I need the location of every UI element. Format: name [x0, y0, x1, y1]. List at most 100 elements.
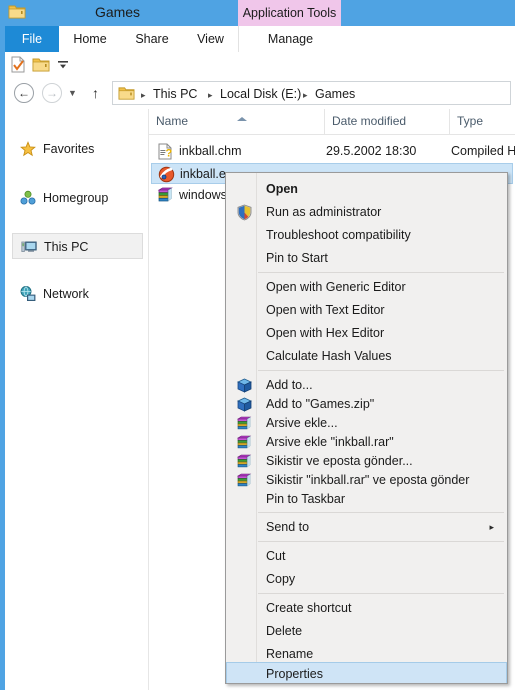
menu-item-label: Open with Hex Editor: [266, 326, 385, 340]
menu-item-label: Send to: [266, 520, 310, 534]
file-date-modified: 29.5.2002 18:30: [326, 144, 417, 158]
menu-item-send-to[interactable]: Send to ▸: [227, 516, 506, 539]
menu-item-copy[interactable]: Copy: [227, 568, 506, 591]
back-arrow-icon[interactable]: ←: [14, 83, 34, 103]
file-name: windows: [179, 188, 227, 202]
file-name: inkball.e: [180, 167, 226, 181]
window-left-accent-4: [0, 109, 5, 690]
tab-share[interactable]: Share: [121, 26, 183, 52]
sidebar-item-label: Homegroup: [43, 191, 109, 205]
window-title: Games: [94, 4, 141, 20]
sidebar-item-favorites[interactable]: Favorites: [12, 136, 143, 162]
menu-item-properties[interactable]: Properties: [226, 662, 507, 683]
menu-item-open[interactable]: Open: [227, 178, 506, 201]
contextual-tab-application-tools[interactable]: Application Tools: [238, 0, 341, 26]
menu-separator: [258, 541, 504, 542]
menu-item-label: Cut: [266, 549, 286, 563]
menu-item-cut[interactable]: Cut: [227, 545, 506, 568]
column-header-name[interactable]: Name: [149, 109, 324, 134]
recent-locations-chevron-icon[interactable]: ▼: [68, 88, 77, 98]
inkball-exe-icon: [158, 166, 175, 183]
menu-separator: [258, 512, 504, 513]
breadcrumb-separator-1: ▸: [208, 90, 213, 100]
winrar-archive-icon: [157, 187, 173, 202]
address-bar: ← → ▼ ↑ ▸ This PC ▸ Local Disk (E:) ▸ Ga…: [0, 77, 515, 110]
menu-separator: [258, 593, 504, 594]
window-left-accent-2: [0, 52, 5, 77]
sort-ascending-icon: [237, 117, 247, 121]
menu-item-label: Properties: [266, 667, 323, 681]
menu-item-label: Open with Text Editor: [266, 303, 385, 317]
menu-item-pin-to-taskbar[interactable]: Pin to Taskbar: [227, 488, 506, 511]
breadcrumb-games[interactable]: Games: [315, 86, 355, 102]
winrar-icon: [236, 473, 252, 487]
tab-manage[interactable]: Manage: [238, 26, 343, 52]
menu-item-pin-to-start[interactable]: Pin to Start: [227, 247, 506, 270]
column-header-type[interactable]: Type: [449, 109, 515, 134]
address-breadcrumb-bar[interactable]: ▸ This PC ▸ Local Disk (E:) ▸ Games: [112, 81, 511, 105]
context-menu: Open Run as administrator Troubleshoot c…: [225, 172, 508, 684]
sidebar-item-homegroup[interactable]: Homegroup: [12, 185, 143, 211]
sidebar-item-network[interactable]: Network: [12, 281, 143, 307]
tab-file[interactable]: File: [5, 26, 59, 52]
menu-item-open-with-text-editor[interactable]: Open with Text Editor: [227, 299, 506, 322]
menu-separator: [258, 272, 504, 273]
homegroup-icon: [20, 190, 36, 205]
winrar-icon: [236, 435, 252, 449]
menu-item-label: Open with Generic Editor: [266, 280, 406, 294]
navigation-pane: Favorites Homegroup This PC Network: [0, 109, 148, 690]
menu-item-troubleshoot-compatibility[interactable]: Troubleshoot compatibility: [227, 224, 506, 247]
breadcrumb-separator-2: ▸: [303, 90, 308, 100]
menu-item-create-shortcut[interactable]: Create shortcut: [227, 597, 506, 620]
menu-item-label: Troubleshoot compatibility: [266, 228, 411, 242]
new-folder-icon[interactable]: [32, 57, 50, 73]
column-header-date-modified[interactable]: Date modified: [324, 109, 449, 134]
window-left-accent-3: [0, 77, 5, 109]
menu-item-label: Pin to Taskbar: [266, 492, 345, 506]
menu-item-calculate-hash-values[interactable]: Calculate Hash Values: [227, 345, 506, 368]
sidebar-item-label: Favorites: [43, 142, 95, 156]
sidebar-item-label: Network: [43, 287, 89, 301]
breadcrumb-local-disk[interactable]: Local Disk (E:): [220, 86, 301, 102]
properties-icon[interactable]: [10, 56, 26, 73]
tab-view[interactable]: View: [183, 26, 238, 52]
menu-separator: [258, 370, 504, 371]
menu-item-label: Pin to Start: [266, 251, 328, 265]
network-icon: [20, 286, 36, 301]
breadcrumb-this-pc[interactable]: This PC: [153, 86, 197, 102]
customize-dropdown-icon[interactable]: [56, 60, 70, 70]
svg-text:?: ?: [166, 148, 173, 160]
menu-item-open-with-hex-editor[interactable]: Open with Hex Editor: [227, 322, 506, 345]
menu-item-label: Run as administrator: [266, 205, 382, 219]
ribbon-tab-strip-filler: [341, 26, 515, 52]
table-row[interactable]: ? inkball.chm 29.5.2002 18:30 Compiled H…: [151, 141, 515, 162]
tab-home[interactable]: Home: [59, 26, 121, 52]
sidebar-item-label: This PC: [44, 240, 89, 254]
folder-icon: [118, 87, 135, 100]
breadcrumb-separator-0: ▸: [141, 90, 146, 100]
chm-help-icon: ?: [158, 143, 173, 160]
computer-icon: [21, 241, 37, 252]
menu-item-open-with-generic-editor[interactable]: Open with Generic Editor: [227, 276, 506, 299]
menu-item-label: Calculate Hash Values: [266, 349, 392, 363]
menu-item-label: Open: [266, 182, 298, 196]
shield-icon: [237, 204, 252, 221]
winrar-icon: [236, 416, 252, 430]
winrar-icon: [236, 454, 252, 468]
menu-item-delete[interactable]: Delete: [227, 620, 506, 643]
ribbon-tab-strip: File Home Share View Manage: [0, 26, 515, 53]
7zip-icon: [237, 378, 252, 393]
menu-item-run-as-administrator[interactable]: Run as administrator: [227, 201, 506, 224]
sidebar-item-this-pc[interactable]: This PC: [12, 233, 143, 259]
menu-item-label: Copy: [266, 572, 296, 586]
column-header-row: Name Date modified Type: [149, 109, 515, 135]
7zip-icon: [237, 397, 252, 412]
chevron-right-icon: ▸: [489, 522, 494, 532]
forward-arrow-icon[interactable]: →: [42, 83, 62, 103]
menu-item-label: Create shortcut: [266, 601, 352, 615]
file-name: inkball.chm: [179, 144, 242, 158]
title-bar: Games Application Tools: [0, 0, 515, 26]
up-arrow-icon[interactable]: ↑: [92, 85, 99, 101]
file-type: Compiled HT: [451, 144, 515, 158]
quick-access-toolbar: [0, 52, 515, 78]
